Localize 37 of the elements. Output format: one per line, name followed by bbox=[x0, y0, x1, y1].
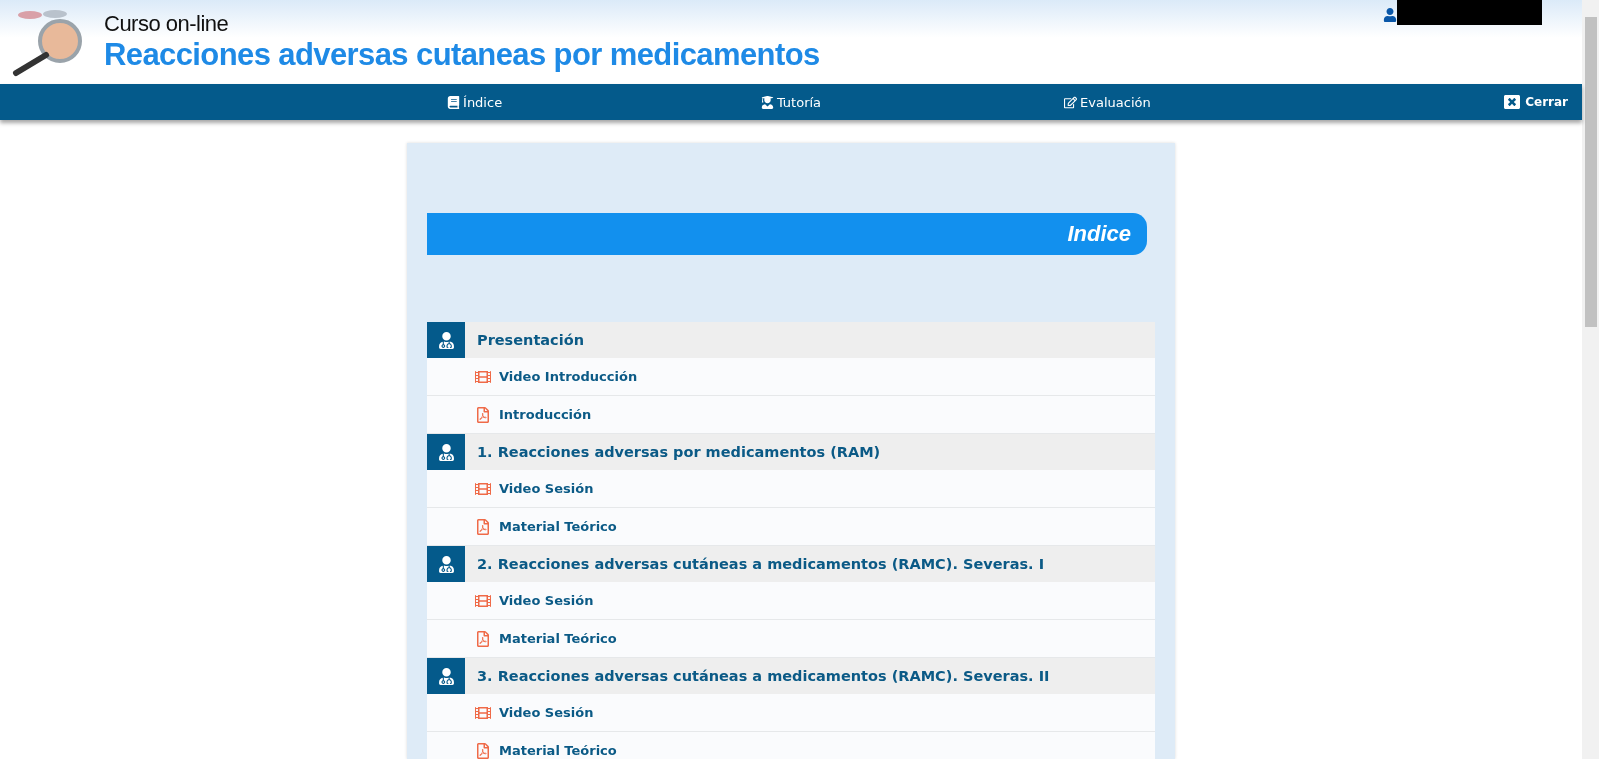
section-title[interactable]: 3. Reacciones adversas cutáneas a medicamentos (RAMC). Severas. II bbox=[477, 668, 1050, 684]
lesson-link[interactable]: Video Introducción bbox=[427, 358, 1155, 396]
lesson-link[interactable]: Material Teórico bbox=[427, 508, 1155, 546]
lesson-link[interactable]: Introducción bbox=[427, 396, 1155, 434]
section-title[interactable]: 1. Reacciones adversas por medicamentos (RAM) bbox=[477, 444, 881, 460]
lesson-link[interactable]: Material Teórico bbox=[427, 732, 1155, 759]
nav-link[interactable]: Evaluación bbox=[1064, 94, 1151, 110]
pdf-icon bbox=[475, 406, 491, 423]
lesson-link[interactable]: Video Sesión bbox=[427, 470, 1155, 508]
film-icon bbox=[475, 480, 491, 497]
nav-link[interactable]: Índice bbox=[447, 94, 503, 110]
index-heading: Indice bbox=[427, 213, 1147, 255]
scrollbar[interactable] bbox=[1582, 0, 1599, 759]
course-subtitle: Curso on-line bbox=[104, 11, 230, 37]
doctor-icon bbox=[427, 434, 465, 470]
nav-link[interactable]: Tutoría bbox=[760, 94, 822, 110]
lesson-link[interactable]: Material Teórico bbox=[427, 620, 1155, 658]
film-icon bbox=[475, 704, 491, 721]
book-icon bbox=[447, 95, 461, 109]
close-button[interactable]: Cerrar bbox=[1504, 94, 1568, 110]
pdf-icon bbox=[475, 742, 491, 759]
edit-icon bbox=[1064, 95, 1078, 109]
user-icon bbox=[1383, 8, 1397, 22]
tutor-icon bbox=[760, 95, 774, 109]
film-icon bbox=[475, 592, 491, 609]
doctor-icon bbox=[427, 658, 465, 694]
close-icon bbox=[1504, 94, 1521, 110]
section-title[interactable]: 2. Reacciones adversas cutáneas a medicamentos (RAMC). Severas. I bbox=[477, 556, 1045, 572]
section-title[interactable]: Presentación bbox=[477, 332, 584, 348]
film-icon bbox=[475, 368, 491, 385]
pdf-icon bbox=[475, 630, 491, 647]
course-title: Reacciones adversas cutaneas por medicamentos bbox=[104, 37, 820, 73]
doctor-icon bbox=[427, 322, 465, 358]
doctor-icon bbox=[427, 546, 465, 582]
lesson-link[interactable]: Video Sesión bbox=[427, 582, 1155, 620]
lesson-link[interactable]: Video Sesión bbox=[427, 694, 1155, 732]
pdf-icon bbox=[475, 518, 491, 535]
